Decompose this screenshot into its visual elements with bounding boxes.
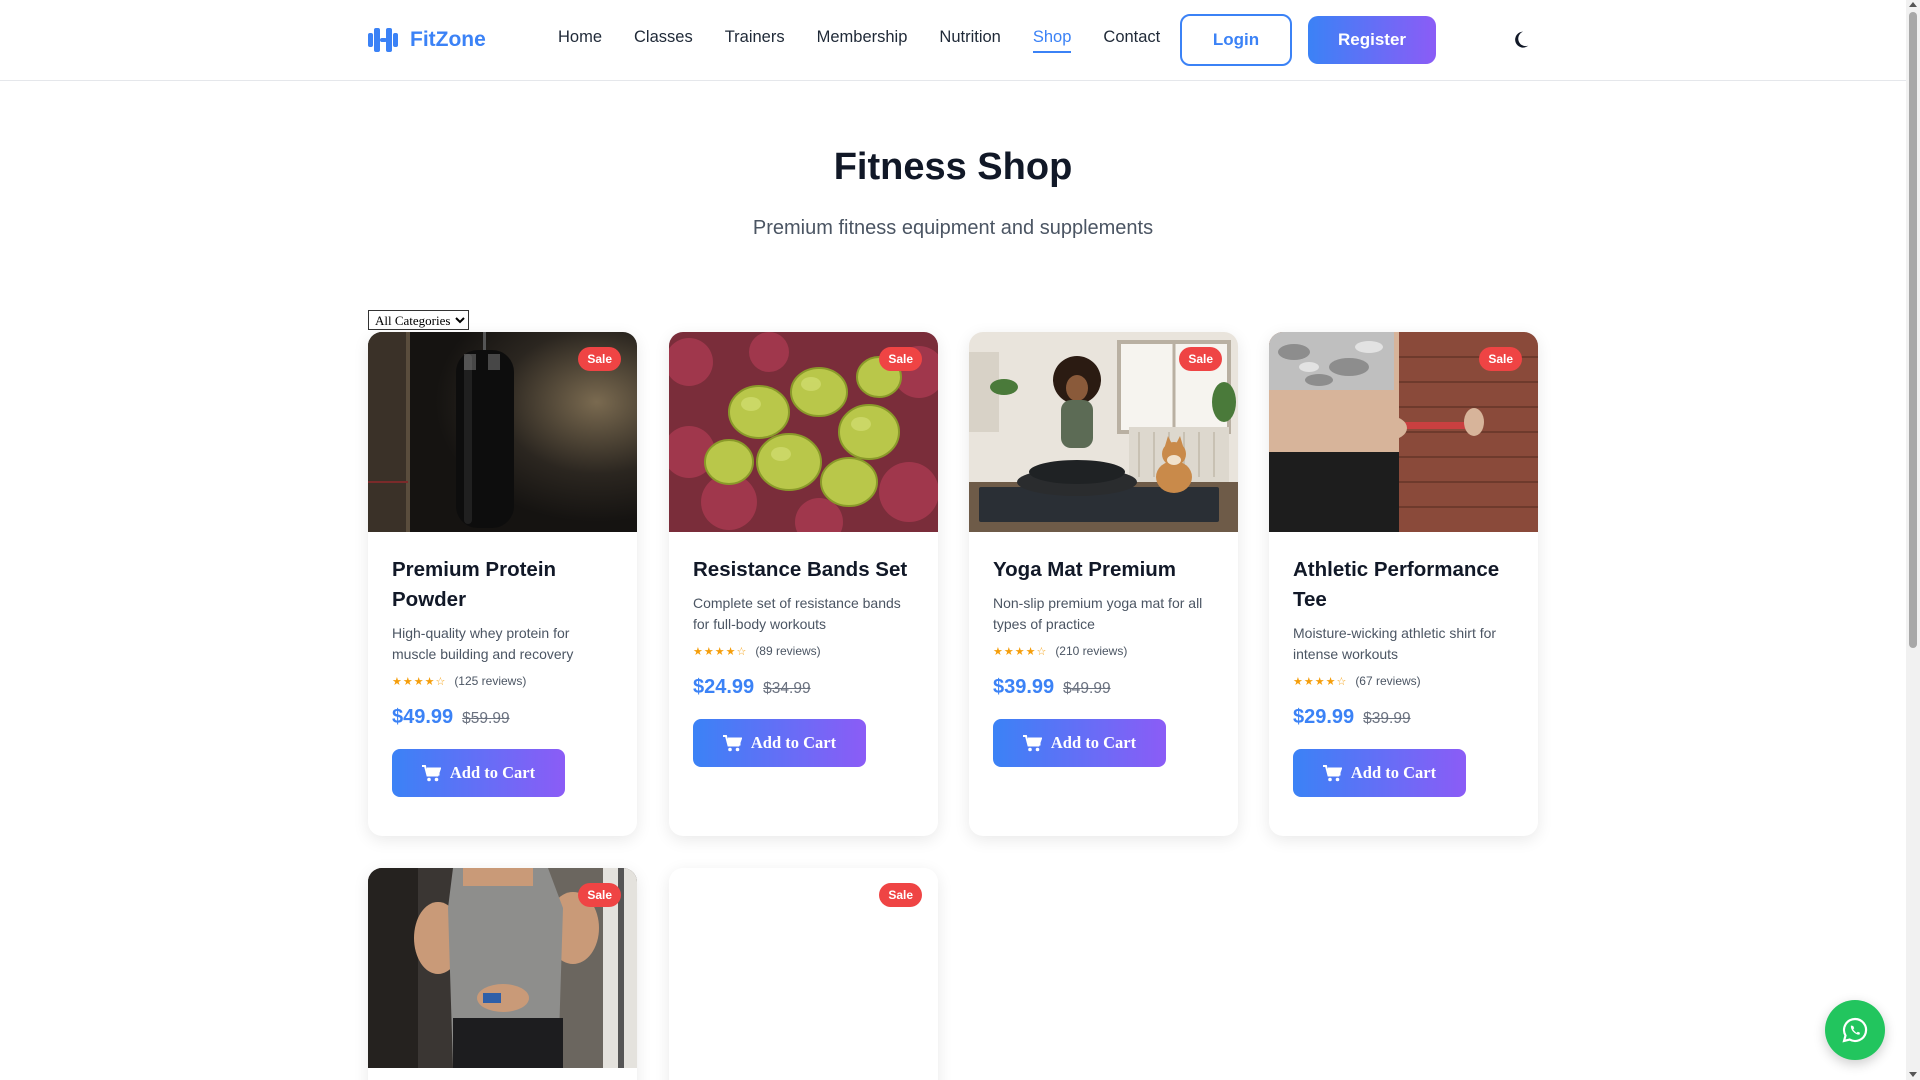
product-card: Sale — [368, 868, 637, 1080]
add-to-cart-button[interactable]: Add to Cart — [993, 719, 1166, 767]
product-description: Non-slip premium yoga mat for all types … — [993, 595, 1203, 632]
review-count: (210 reviews) — [1055, 644, 1128, 658]
product-card: Sale — [669, 868, 938, 1080]
product-description: Complete set of resistance bands for ful… — [693, 595, 901, 632]
whatsapp-icon — [1842, 1017, 1868, 1043]
review-count: (89 reviews) — [755, 644, 821, 658]
nav-shop[interactable]: Shop — [1032, 28, 1072, 53]
product-price: $39.99 — [993, 676, 1055, 698]
product-rating: ★★★★☆ (89 reviews) — [693, 644, 914, 658]
product-image-produce: Sale — [669, 332, 938, 532]
nav-classes[interactable]: Classes — [634, 28, 693, 53]
product-card: Sale Yoga Mat Premium Non-slip premium y… — [969, 332, 1238, 836]
product-price: $49.99 — [392, 706, 454, 728]
scrollbar-thumb[interactable] — [1909, 12, 1917, 648]
dumbbell-icon — [368, 28, 398, 52]
product-title: Athletic Performance Tee — [1293, 558, 1500, 611]
product-old-price: $39.99 — [1363, 710, 1411, 727]
site-header: FitZone Home Classes Trainers Membership… — [0, 0, 1906, 81]
cart-icon — [722, 734, 742, 751]
whatsapp-chat-button[interactable] — [1825, 1000, 1885, 1060]
product-rating: ★★★★☆ (125 reviews) — [392, 674, 613, 688]
product-rating: ★★★★☆ (210 reviews) — [993, 644, 1214, 658]
page-subtitle: Premium fitness equipment and supplement… — [752, 217, 1154, 239]
scroll-up-arrow[interactable] — [1909, 2, 1917, 7]
product-old-price: $49.99 — [1063, 680, 1111, 697]
product-image-placeholder: Sale — [669, 868, 938, 1068]
product-image-yoga: Sale — [969, 332, 1238, 532]
review-count: (67 reviews) — [1355, 674, 1421, 688]
rating-stars: ★★★★☆ — [693, 645, 748, 658]
nav-membership[interactable]: Membership — [817, 28, 908, 53]
nav-nutrition[interactable]: Nutrition — [939, 28, 1000, 53]
cart-icon — [421, 764, 441, 781]
product-price: $29.99 — [1293, 706, 1355, 728]
nav-trainers[interactable]: Trainers — [725, 28, 785, 53]
product-image-athletic-tee: Sale — [1269, 332, 1538, 532]
product-rating: ★★★★☆ (67 reviews) — [1293, 674, 1514, 688]
add-to-cart-button[interactable]: Add to Cart — [1293, 749, 1466, 797]
sale-badge: Sale — [879, 883, 922, 907]
product-description: High-quality whey protein for muscle bui… — [392, 625, 574, 662]
add-to-cart-label: Add to Cart — [1050, 733, 1137, 752]
logo[interactable]: FitZone — [368, 26, 486, 54]
product-title: Yoga Mat Premium — [993, 558, 1177, 581]
product-old-price: $59.99 — [462, 710, 510, 727]
review-count: (125 reviews) — [454, 674, 527, 688]
sale-badge: Sale — [1479, 347, 1522, 371]
cart-icon — [1322, 764, 1342, 781]
rating-stars: ★★★★☆ — [993, 645, 1048, 658]
product-image-man-tank-top: Sale — [368, 868, 637, 1068]
page-scrollbar[interactable] — [1906, 0, 1920, 1080]
add-to-cart-label: Add to Cart — [1350, 763, 1437, 782]
sale-badge: Sale — [879, 347, 922, 371]
product-card: Sale Athletic Performance Tee Moisture-w… — [1269, 332, 1538, 836]
product-price: $24.99 — [693, 676, 755, 698]
product-image-punching-bag: Sale — [368, 332, 637, 532]
product-card: Sale Resistance Bands Set Complete set o… — [669, 332, 938, 836]
category-filter-select[interactable]: All Categories — [368, 310, 469, 330]
product-description: Moisture-wicking athletic shirt for inte… — [1293, 625, 1497, 662]
add-to-cart-button[interactable]: Add to Cart — [392, 749, 565, 797]
rating-stars: ★★★★☆ — [392, 675, 447, 688]
product-title: Resistance Bands Set — [693, 558, 908, 581]
product-card: Sale Premium Protein Powder High-quality… — [368, 332, 637, 836]
login-button[interactable]: Login — [1180, 14, 1292, 66]
sale-badge: Sale — [578, 347, 621, 371]
product-title: Premium Protein Powder — [392, 558, 557, 611]
add-to-cart-button[interactable]: Add to Cart — [693, 719, 866, 767]
nav-contact[interactable]: Contact — [1103, 28, 1160, 53]
sale-badge: Sale — [578, 883, 621, 907]
sale-badge: Sale — [1179, 347, 1222, 371]
cart-icon — [1022, 734, 1042, 751]
rating-stars: ★★★★☆ — [1293, 675, 1348, 688]
moon-icon — [1515, 31, 1529, 48]
main-nav: Home Classes Trainers Membership Nutriti… — [558, 28, 1160, 53]
nav-home[interactable]: Home — [558, 28, 602, 53]
product-old-price: $34.99 — [763, 680, 811, 697]
add-to-cart-label: Add to Cart — [449, 763, 536, 782]
page-title: Fitness Shop — [833, 146, 1073, 188]
add-to-cart-label: Add to Cart — [750, 733, 837, 752]
register-button[interactable]: Register — [1308, 16, 1436, 64]
logo-text: FitZone — [410, 28, 486, 51]
dark-mode-toggle[interactable] — [1510, 28, 1534, 52]
scroll-down-arrow[interactable] — [1909, 1072, 1917, 1077]
